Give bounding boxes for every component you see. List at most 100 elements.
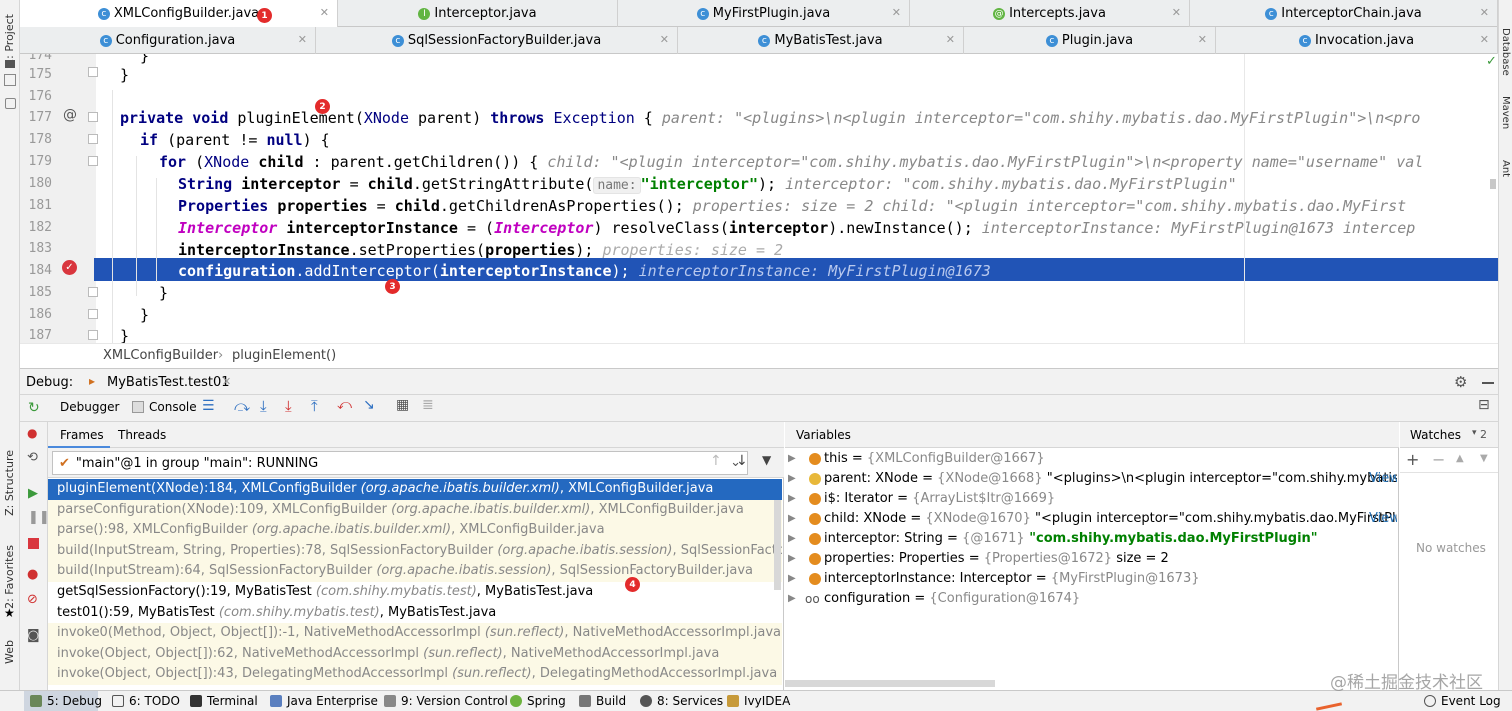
tab-interceptorchain[interactable]: c InterceptorChain.java ✕ — [1190, 0, 1498, 27]
move-up-icon[interactable]: ▲ — [1456, 453, 1464, 464]
variable-parent[interactable]: ▶ parent: XNode = {XNode@1668} "<plugins… — [785, 469, 1397, 489]
minimize-icon[interactable] — [1482, 382, 1494, 384]
maven-tool-button[interactable]: Maven — [1500, 96, 1511, 129]
fold-marker-icon[interactable] — [88, 309, 98, 319]
fold-marker-icon[interactable] — [88, 67, 98, 77]
expand-chevron-icon[interactable]: ▶ — [788, 529, 796, 549]
expand-chevron-icon[interactable]: ▶ — [788, 509, 796, 529]
frame-item[interactable]: invoke(Object, Object[]):62, NativeMetho… — [48, 643, 782, 665]
frames-scrollbar[interactable] — [774, 500, 781, 590]
close-tab-icon[interactable]: ✕ — [946, 33, 955, 46]
tab-intercepts[interactable]: @ Intercepts.java ✕ — [910, 0, 1190, 27]
expand-chevron-icon[interactable]: ▶ — [788, 569, 796, 589]
variable-configuration[interactable]: ▶ oo configuration = {Configuration@1674… — [785, 589, 1397, 609]
view-link[interactable]: View — [1369, 509, 1397, 529]
drop-frame-icon[interactable]: ⤺ — [337, 397, 352, 413]
variable-child[interactable]: ▶ child: XNode = {XNode@1670} "<plugin i… — [785, 509, 1397, 529]
close-tab-icon[interactable]: ✕ — [1480, 33, 1489, 46]
fold-marker-icon[interactable] — [88, 287, 98, 297]
stop-icon[interactable] — [28, 538, 39, 549]
frame-item[interactable]: getSqlSessionFactory():19, MyBatisTest (… — [48, 582, 782, 603]
status-terminal[interactable]: Terminal — [190, 694, 258, 708]
status-todo[interactable]: 6: TODO — [112, 694, 180, 708]
step-out-icon[interactable]: ⤒ — [311, 397, 318, 415]
next-frame-icon[interactable]: ↓ — [736, 453, 748, 469]
status-debug[interactable]: 5: Debug — [30, 694, 102, 708]
status-services[interactable]: 8: Services — [640, 694, 723, 708]
breakpoint-icon[interactable]: ✓ — [62, 260, 77, 275]
tab-sqlsessionfactorybuilder[interactable]: c SqlSessionFactoryBuilder.java ✕ — [316, 27, 678, 54]
tab-interceptor[interactable]: I Interceptor.java — [338, 0, 618, 27]
breadcrumb-class[interactable]: XMLConfigBuilder — [103, 348, 218, 363]
watches-options-icon[interactable]: ▾ — [1472, 428, 1477, 438]
close-tab-icon[interactable]: ✕ — [1172, 6, 1181, 19]
previous-frame-icon[interactable]: ↑ — [710, 453, 722, 469]
structure-tool-button[interactable]: Z: Structure — [3, 450, 16, 516]
resume-program-icon[interactable]: ▶ — [28, 486, 38, 501]
show-execution-point-icon[interactable]: ☰ — [202, 398, 215, 414]
tab-xmlconfigbuilder[interactable]: c XMLConfigBuilder.java ✕ — [20, 0, 338, 27]
variable-iterator[interactable]: ▶ i$: Iterator = {ArrayList$Itr@1669} — [785, 489, 1397, 509]
fold-marker-icon[interactable] — [88, 134, 98, 144]
frame-item[interactable]: parse():98, XMLConfigBuilder (org.apache… — [48, 520, 782, 541]
frame-item[interactable]: parseConfiguration(XNode):109, XMLConfig… — [48, 499, 782, 521]
editor-scrollbar[interactable] — [1490, 179, 1496, 189]
tab-plugin[interactable]: c Plugin.java ✕ — [964, 27, 1216, 54]
debug-session-tab[interactable]: MyBatisTest.test01 — [107, 375, 230, 390]
close-tab-icon[interactable]: ✕ — [660, 33, 669, 46]
variables-scrollbar[interactable] — [785, 680, 995, 687]
fold-marker-icon[interactable] — [88, 156, 98, 166]
fold-marker-icon[interactable] — [88, 112, 98, 122]
breakpoints-icon[interactable]: ● — [27, 567, 38, 582]
close-tab-icon[interactable]: ✕ — [892, 6, 901, 19]
step-over-icon[interactable]: ⤼ — [234, 397, 250, 415]
tab-frames[interactable]: Frames — [60, 428, 104, 442]
add-watch-icon[interactable]: + — [1406, 450, 1419, 469]
settings-gear-icon[interactable]: ⚙ — [1454, 373, 1467, 391]
variable-interceptor[interactable]: ▶ interceptor: String = {@1671} "com.shi… — [785, 529, 1397, 549]
expand-chevron-icon[interactable]: ▶ — [788, 449, 796, 469]
frame-item[interactable]: build(InputStream):64, SqlSessionFactory… — [48, 561, 782, 582]
filter-icon[interactable]: ▼ — [762, 453, 771, 467]
database-tool-button[interactable]: Database — [1500, 28, 1511, 76]
status-ivyidea[interactable]: IvyIDEA — [727, 694, 790, 708]
step-into-icon[interactable]: ⤓ — [260, 397, 267, 415]
frame-item[interactable]: pluginElement(XNode):184, XMLConfigBuild… — [48, 479, 782, 500]
status-build[interactable]: Build — [579, 694, 626, 708]
status-version-control[interactable]: 9: Version Control — [384, 694, 508, 708]
thread-select[interactable]: ✔ "main"@1 in group "main": RUNNING ⌄ — [52, 451, 748, 475]
fold-marker-icon[interactable] — [88, 330, 98, 340]
status-spring[interactable]: Spring — [510, 694, 566, 708]
view-link[interactable]: View — [1369, 469, 1397, 489]
breadcrumb-method[interactable]: pluginElement() — [232, 348, 336, 363]
inspection-ok-icon[interactable]: ✓ — [1486, 54, 1497, 69]
web-tool-button[interactable]: Web — [3, 640, 16, 664]
variable-this[interactable]: ▶ this = {XMLConfigBuilder@1667} — [785, 449, 1397, 469]
remove-watch-icon[interactable]: − — [1432, 450, 1445, 469]
expand-chevron-icon[interactable]: ▶ — [788, 589, 796, 609]
close-tab-icon[interactable]: ✕ — [298, 33, 307, 46]
ant-tool-button[interactable]: Ant — [1500, 160, 1511, 177]
close-session-icon[interactable]: ✕ — [222, 375, 231, 388]
force-step-into-icon[interactable]: ⤓ — [285, 397, 292, 415]
tab-configuration[interactable]: c Configuration.java ✕ — [20, 27, 316, 54]
expand-chevron-icon[interactable]: ▶ — [788, 549, 796, 569]
status-event-log[interactable]: Event Log — [1424, 694, 1501, 708]
variable-interceptor-instance[interactable]: ▶ interceptorInstance: Interceptor = {My… — [785, 569, 1397, 589]
close-tab-icon[interactable]: ✕ — [320, 6, 329, 19]
rerun-icon[interactable]: ↻ — [28, 400, 40, 416]
frame-item[interactable]: test01():59, MyBatisTest (com.shihy.myba… — [48, 603, 782, 624]
restore-icon[interactable]: ⟲ — [27, 450, 38, 465]
tab-myfirstplugin[interactable]: c MyFirstPlugin.java ✕ — [618, 0, 910, 27]
frame-item[interactable]: build(InputStream, String, Properties):7… — [48, 540, 782, 562]
favorites-tool-button[interactable]: 2: Favorites — [3, 545, 16, 609]
trace-icon[interactable]: ≣ — [422, 397, 434, 413]
close-tab-icon[interactable]: ✕ — [1198, 33, 1207, 46]
variable-properties[interactable]: ▶ properties: Properties = {Properties@1… — [785, 549, 1397, 569]
project-tool-button[interactable]: 1: Project — [3, 14, 16, 66]
status-java-enterprise[interactable]: Java Enterprise — [270, 694, 378, 708]
move-down-icon[interactable]: ▼ — [1480, 453, 1488, 464]
override-marker-icon[interactable]: @ — [63, 107, 77, 123]
evaluate-expression-icon[interactable]: ▦ — [396, 397, 409, 413]
view-breakpoints-icon[interactable]: ● — [27, 426, 37, 440]
